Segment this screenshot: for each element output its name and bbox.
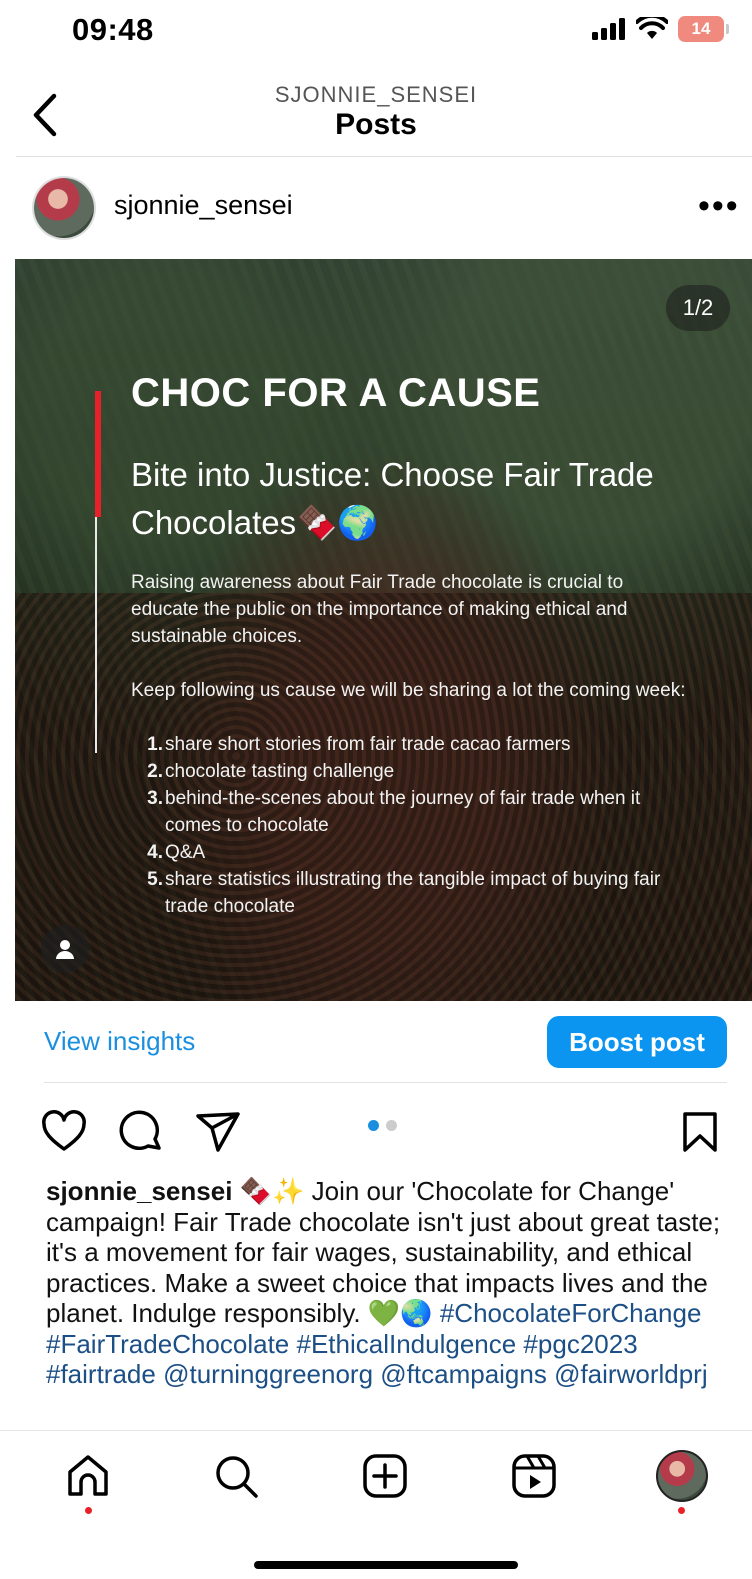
page-title: Posts bbox=[335, 108, 417, 141]
profile-notification-dot bbox=[678, 1507, 685, 1514]
post-caption: sjonnie_sensei 🍫✨ Join our 'Chocolate fo… bbox=[46, 1176, 736, 1390]
image-subtitle: Bite into Justice: Choose Fair Trade Cho… bbox=[131, 456, 654, 541]
profile-avatar[interactable] bbox=[656, 1450, 708, 1502]
post-image[interactable]: 1/2 CHOC FOR A CAUSE Bite into Justice: … bbox=[15, 259, 752, 1001]
share-send-icon[interactable] bbox=[194, 1108, 242, 1156]
accent-bar bbox=[95, 391, 101, 517]
save-bookmark-icon[interactable] bbox=[676, 1108, 724, 1156]
view-insights-link[interactable]: View insights bbox=[44, 1026, 195, 1057]
boost-post-button[interactable]: Boost post bbox=[547, 1016, 727, 1068]
battery-icon: 14 bbox=[678, 16, 729, 42]
caption-username[interactable]: sjonnie_sensei bbox=[46, 1176, 232, 1206]
image-list: 1. share short stories from fair trade ca… bbox=[131, 731, 691, 920]
wifi-icon bbox=[636, 17, 668, 39]
accent-line bbox=[95, 517, 97, 753]
header-divider bbox=[16, 156, 752, 157]
person-icon bbox=[56, 940, 74, 959]
carousel-dot bbox=[386, 1120, 397, 1131]
carousel-dots bbox=[368, 1120, 397, 1131]
signal-icon bbox=[592, 18, 625, 40]
image-title: CHOC FOR A CAUSE bbox=[131, 371, 541, 415]
create-icon[interactable] bbox=[361, 1452, 409, 1500]
list-item: 4. Q&A bbox=[147, 842, 206, 863]
reels-icon[interactable] bbox=[510, 1452, 558, 1500]
home-icon[interactable] bbox=[64, 1452, 112, 1500]
list-item: 2. chocolate tasting challenge bbox=[147, 761, 395, 782]
image-paragraph: Keep following us cause we will be shari… bbox=[131, 680, 686, 701]
insights-divider bbox=[44, 1082, 727, 1083]
home-notification-dot bbox=[85, 1507, 92, 1514]
caption-mentions[interactable]: @turninggreenorg @ftcampaigns @fairworld… bbox=[163, 1359, 708, 1389]
status-icons: 14 bbox=[592, 16, 729, 42]
home-indicator bbox=[254, 1561, 518, 1569]
image-paragraph: Raising awareness about Fair Trade choco… bbox=[131, 572, 628, 647]
header-username: SJONNIE_SENSEI bbox=[274, 82, 478, 107]
image-body: Raising awareness about Fair Trade choco… bbox=[131, 569, 691, 731]
comment-icon[interactable] bbox=[117, 1108, 165, 1156]
more-options-icon[interactable]: ••• bbox=[698, 189, 740, 223]
search-icon[interactable] bbox=[212, 1452, 260, 1500]
carousel-dot-active bbox=[368, 1120, 379, 1131]
list-item: 1. share short stories from fair trade ca… bbox=[147, 734, 571, 755]
status-time: 09:48 bbox=[72, 12, 154, 47]
list-item: 5. share statistics illustrating the tang… bbox=[147, 869, 661, 917]
post-username[interactable]: sjonnie_sensei bbox=[114, 190, 293, 221]
tagged-users-button[interactable] bbox=[41, 925, 89, 973]
like-heart-icon[interactable] bbox=[40, 1108, 88, 1156]
avatar[interactable] bbox=[34, 178, 94, 238]
list-item: 3. behind-the-scenes about the journey of… bbox=[147, 788, 641, 836]
carousel-counter: 1/2 bbox=[666, 285, 730, 331]
